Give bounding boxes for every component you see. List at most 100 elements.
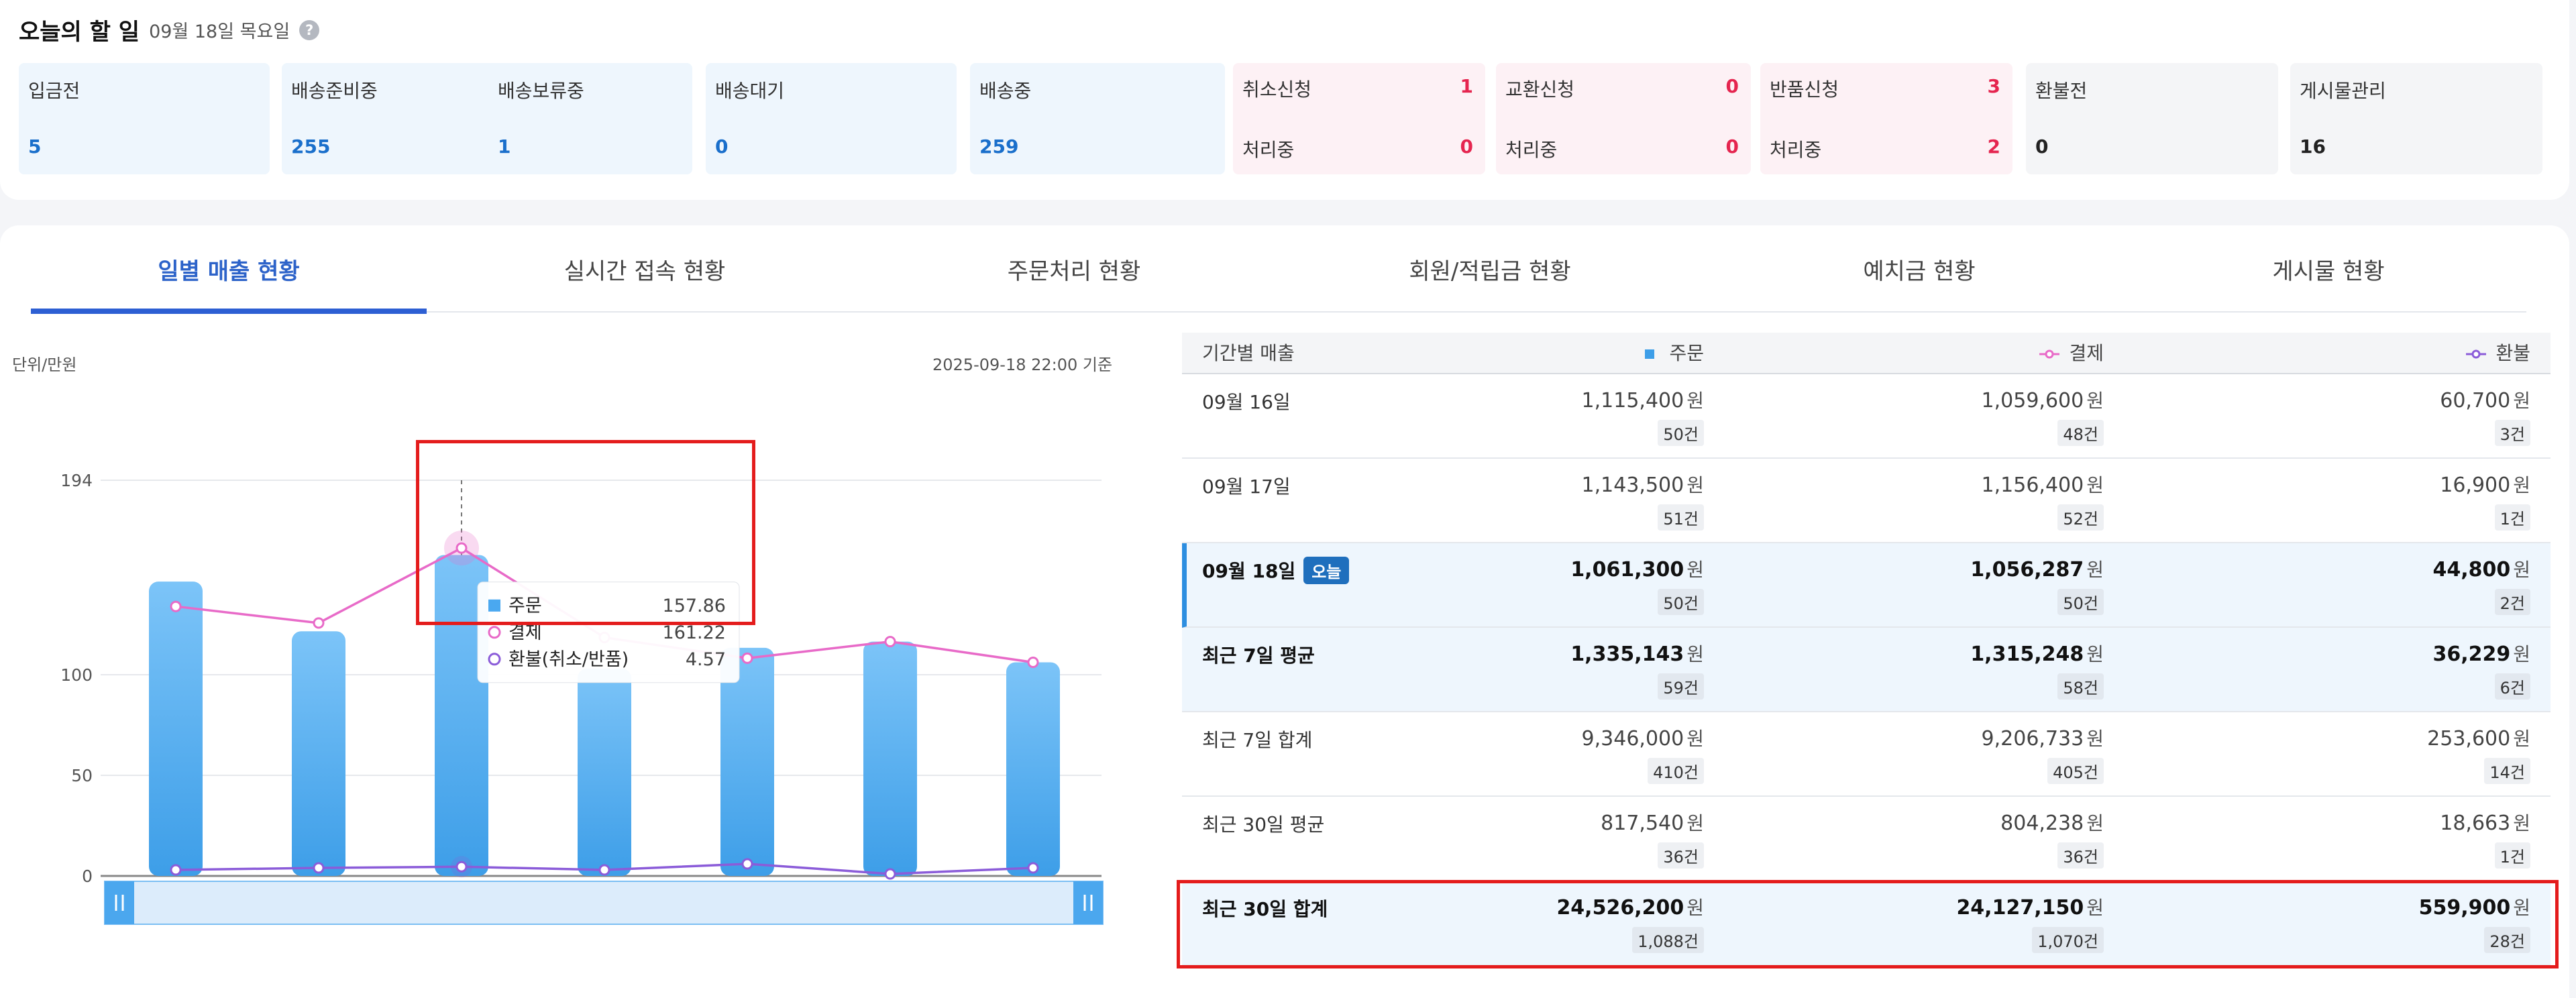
order-amount: 1,061,300 (1570, 558, 1684, 581)
tab-realtime-access[interactable]: 실시간 접속 현황 (447, 225, 843, 313)
stat-value[interactable]: 1 (1460, 75, 1473, 97)
order-count: 51건 (1658, 504, 1704, 531)
stat-sub-value[interactable]: 0 (1460, 135, 1473, 158)
refund-count: 28건 (2484, 927, 2530, 953)
order-bar (863, 641, 917, 876)
tooltip-label: 환불(취소/반품) (508, 649, 629, 670)
table-row: 09월 17일 1,143,500 원 51건 1,156,400 원 52건 16… (1182, 459, 2551, 543)
tooltip-label: 결제 (508, 622, 542, 643)
payment-point (1027, 656, 1039, 668)
stat-value[interactable]: 0 (715, 135, 728, 158)
refund-cell: 36,229 원 6건 (2432, 640, 2530, 700)
payment-point (455, 542, 468, 554)
stat-exchange-request: 교환신청 0 처리중 0 (1496, 63, 1751, 174)
order-bar (292, 631, 345, 876)
won-unit: 원 (2086, 897, 2104, 919)
refund-count: 3건 (2494, 420, 2530, 446)
won-unit: 원 (2086, 559, 2104, 581)
payment-count: 52건 (2057, 504, 2104, 531)
refund-point (170, 864, 182, 876)
order-amount: 1,335,143 (1570, 643, 1684, 666)
stat-value[interactable]: 3 (1988, 75, 2000, 97)
range-handle-right (1073, 881, 1103, 924)
tooltip-label: 주문 (508, 596, 542, 616)
order-cell: 1,061,300 원 50건 (1570, 555, 1704, 615)
refund-point (741, 858, 753, 870)
payment-point (884, 636, 896, 648)
stat-value[interactable]: 0 (1726, 75, 1739, 97)
won-unit: 원 (2513, 390, 2530, 412)
tooltip-value: 157.86 (663, 596, 726, 616)
payment-amount: 9,206,733 (1981, 727, 2084, 751)
payment-point (741, 652, 753, 664)
row-label: 09월 18일 오늘 (1202, 557, 1350, 584)
stat-sub-label: 처리중 (1242, 139, 1295, 161)
stat-label: 배송중 (979, 80, 1032, 102)
y-tick-label: 194 (60, 471, 93, 490)
refund-amount: 16,900 (2440, 474, 2511, 497)
stat-sub-value[interactable]: 2 (1988, 135, 2000, 158)
tab-posts[interactable]: 게시물 현황 (2131, 225, 2526, 313)
unit-label: 단위/만원 (12, 355, 77, 374)
payment-cell: 804,238 원 36건 (2000, 809, 2104, 869)
tab-daily-sales[interactable]: 일별 매출 현황 (31, 225, 427, 313)
stat-waiting[interactable]: 배송대기 0 (706, 63, 957, 174)
stat-value[interactable]: 16 (2300, 135, 2326, 158)
payment-count: 58건 (2057, 673, 2104, 700)
refund-point (1027, 862, 1039, 874)
y-tick-label: 0 (82, 867, 93, 886)
stat-value[interactable]: 5 (28, 135, 41, 158)
row-label: 09월 16일 (1202, 391, 1291, 413)
help-icon[interactable]: ? (299, 19, 320, 40)
tab-order-processing[interactable]: 주문처리 현황 (876, 225, 1272, 313)
stat-label: 입금전 (28, 80, 80, 102)
table-row: 최근 7일 합계 9,346,000 원 410건 9,206,733 원 405건… (1182, 712, 2551, 797)
order-cell: 1,115,400 원 50건 (1582, 386, 1704, 446)
stat-pending-deposit[interactable]: 입금전 5 (19, 63, 270, 174)
payment-count: 1,070건 (2032, 927, 2104, 953)
payment-amount: 24,127,150 (1956, 896, 2084, 920)
table-row: 최근 30일 합계 24,526,200 원 1,088건 24,127,150 원… (1182, 881, 2551, 966)
row-label: 최근 30일 합계 (1202, 898, 1328, 920)
range-handle-left (105, 881, 134, 924)
refund-point (598, 864, 610, 876)
won-unit: 원 (1686, 390, 1704, 412)
payment-cell: 1,156,400 원 52건 (1982, 471, 2104, 531)
stat-pre-refund[interactable]: 환불전 0 (2026, 63, 2278, 174)
won-unit: 원 (2513, 474, 2530, 496)
won-unit: 원 (1686, 559, 1704, 581)
tab-member-points[interactable]: 회원/적립금 현황 (1292, 225, 1688, 313)
refund-amount: 18,663 (2440, 812, 2511, 835)
won-unit: 원 (1686, 812, 1704, 834)
stat-value-preparing[interactable]: 255 (291, 135, 330, 158)
stat-value[interactable]: 0 (2035, 135, 2048, 158)
stat-label: 배송대기 (715, 80, 785, 102)
stat-label: 취소신청 (1242, 78, 1312, 101)
payment-point (313, 617, 325, 629)
order-bar (149, 581, 203, 876)
stat-value[interactable]: 259 (979, 135, 1018, 158)
order-amount: 1,115,400 (1581, 389, 1684, 412)
stat-shipping[interactable]: 배송중 259 (970, 63, 1225, 174)
stat-posts[interactable]: 게시물관리 16 (2290, 63, 2542, 174)
stat-value-on-hold[interactable]: 1 (498, 135, 511, 158)
won-unit: 원 (2086, 728, 2104, 750)
payment-cell: 1,056,287 원 50건 (1970, 555, 2104, 615)
order-cell: 1,335,143 원 59건 (1570, 640, 1704, 700)
order-cell: 817,540 원 36건 (1601, 809, 1704, 869)
stat-sub-value[interactable]: 0 (1726, 135, 1739, 158)
order-count: 50건 (1658, 589, 1704, 615)
header-refund: 환불 (2466, 333, 2530, 374)
today-badge: 오늘 (1303, 557, 1350, 584)
order-bar (578, 668, 631, 876)
payment-count: 405건 (2047, 758, 2104, 784)
won-unit: 원 (2513, 812, 2530, 834)
order-count: 50건 (1658, 420, 1704, 446)
refund-amount: 559,900 (2418, 896, 2511, 920)
tab-deposit[interactable]: 예치금 현황 (1721, 225, 2117, 313)
refund-cell: 44,800 원 2건 (2432, 555, 2530, 615)
order-cell: 1,143,500 원 51건 (1582, 471, 1704, 531)
base-time: 2025-09-18 22:00 기준 (932, 355, 1113, 374)
range-selector-track (104, 881, 1104, 925)
order-amount: 817,540 (1601, 812, 1684, 835)
